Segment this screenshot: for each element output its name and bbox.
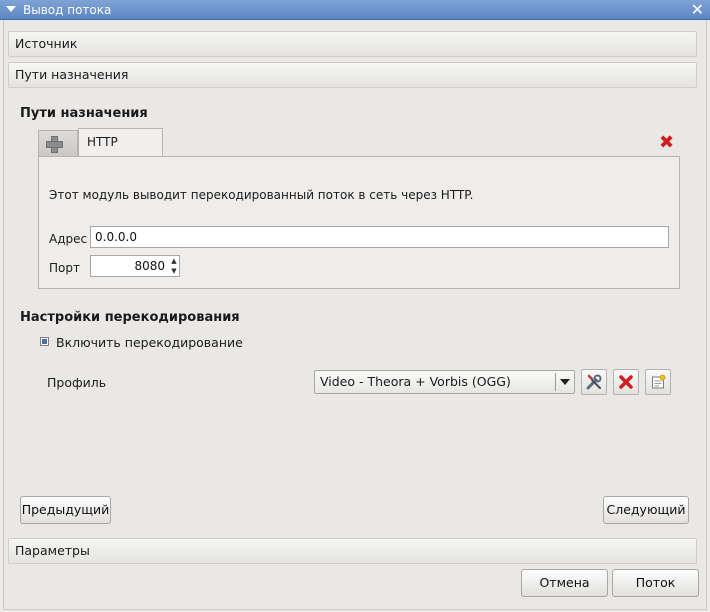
profile-select[interactable]: Video - Theora + Vorbis (OGG) <box>314 370 575 394</box>
profile-value: Video - Theora + Vorbis (OGG) <box>320 374 511 389</box>
destinations-group-title: Пути назначения <box>20 106 148 121</box>
port-spinbox[interactable]: 8080 ▲ ▼ <box>90 255 180 277</box>
new-profile-icon <box>652 374 666 389</box>
delete-icon <box>619 375 633 389</box>
address-input[interactable]: 0.0.0.0 <box>90 226 669 248</box>
window-title: Вывод потока <box>23 3 112 17</box>
section-source[interactable]: Источник <box>8 31 697 57</box>
tab-http[interactable]: HTTP <box>78 128 163 157</box>
wrench-screwdriver-icon <box>586 374 602 390</box>
next-button[interactable]: Следующий <box>603 496 689 524</box>
spin-arrows-icon[interactable]: ▲ ▼ <box>169 256 179 276</box>
title-bar: Вывод потока ✕ <box>0 0 710 20</box>
window-menu-icon[interactable] <box>6 6 16 12</box>
remove-destination-icon[interactable]: ✖ <box>659 134 674 152</box>
combo-separator <box>555 373 556 391</box>
cancel-button[interactable]: Отмена <box>521 569 608 597</box>
edit-profile-button[interactable] <box>581 369 607 395</box>
port-value: 8080 <box>134 259 165 273</box>
address-label: Адрес <box>49 232 88 246</box>
port-label: Порт <box>49 261 80 275</box>
close-icon[interactable]: ✕ <box>691 1 704 19</box>
profile-label: Профиль <box>47 375 107 390</box>
chevron-down-icon <box>560 379 570 385</box>
http-tab-panel: Этот модуль выводит перекодированный пот… <box>38 156 680 289</box>
transcode-group-title: Настройки перекодирования <box>20 310 240 325</box>
checkbox-mark-icon <box>42 339 47 344</box>
enable-transcode-checkbox[interactable] <box>40 337 49 346</box>
section-options[interactable]: Параметры <box>8 538 697 564</box>
previous-button[interactable]: Предыдущий <box>20 496 111 524</box>
stream-button[interactable]: Поток <box>612 569 699 597</box>
new-profile-button[interactable] <box>645 369 671 395</box>
section-destinations[interactable]: Пути назначения <box>8 62 697 88</box>
add-destination-tab[interactable] <box>38 130 78 157</box>
module-description: Этот модуль выводит перекодированный пот… <box>49 188 474 202</box>
enable-transcode-label[interactable]: Включить перекодирование <box>56 335 243 350</box>
delete-profile-button[interactable] <box>613 369 639 395</box>
plus-icon <box>46 136 63 153</box>
